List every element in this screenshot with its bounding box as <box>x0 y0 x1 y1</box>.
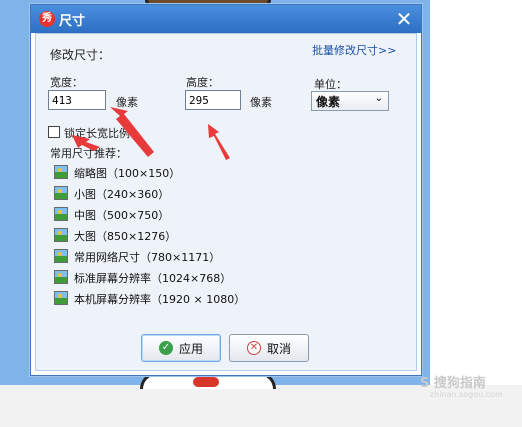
annotation-arrow-left <box>72 107 154 157</box>
background-right-area <box>430 0 522 385</box>
watermark-url: zhinan.sogou.com <box>430 390 503 399</box>
preset-large[interactable]: 大图（850×1276） <box>54 228 176 246</box>
preset-small[interactable]: 小图（240×360） <box>54 186 169 204</box>
preset-label: 标准屏幕分辨率（1024×768） <box>74 272 232 285</box>
preset-label: 大图（850×1276） <box>74 230 177 243</box>
unit-label: 单位： <box>314 78 347 91</box>
apply-button[interactable]: ✓ 应用 <box>141 334 221 362</box>
resize-section-title: 修改尺寸： <box>50 48 111 62</box>
image-icon <box>54 228 68 242</box>
image-icon <box>54 249 68 263</box>
dialog-titlebar[interactable]: 秀 尺寸 ✕ <box>31 5 421 33</box>
height-unit-label: 像素 <box>250 96 272 109</box>
cancel-button-label: 取消 <box>266 341 291 356</box>
app-logo-icon: 秀 <box>39 11 55 27</box>
size-dialog: 秀 尺寸 ✕ 修改尺寸： 批量修改尺寸>> 宽度： 像素 高度： 像素 单位： … <box>30 4 422 376</box>
preset-local-screen[interactable]: 本机屏幕分辨率（1920 × 1080） <box>54 291 245 309</box>
preset-standard-screen[interactable]: 标准屏幕分辨率（1024×768） <box>54 270 231 288</box>
unit-select[interactable]: 像素 ⌄ <box>311 91 389 111</box>
width-label: 宽度： <box>50 76 83 89</box>
lock-ratio-checkbox[interactable] <box>48 126 60 138</box>
annotation-arrow-right <box>208 124 230 160</box>
image-icon <box>54 270 68 284</box>
unit-select-value: 像素 <box>316 95 341 109</box>
cancel-circle-icon: ✕ <box>246 341 261 355</box>
preset-label: 中图（500×750） <box>74 209 170 222</box>
preset-web[interactable]: 常用网络尺寸（780×1171） <box>54 249 220 267</box>
preset-label: 本机屏幕分辨率（1920 × 1080） <box>74 293 246 306</box>
preset-label: 小图（240×360） <box>74 188 170 201</box>
preset-medium[interactable]: 中图（500×750） <box>54 207 169 225</box>
dialog-title: 尺寸 <box>59 14 86 29</box>
check-circle-icon: ✓ <box>158 341 173 355</box>
dialog-body: 修改尺寸： 批量修改尺寸>> 宽度： 像素 高度： 像素 单位： 像素 ⌄ 锁定… <box>35 33 417 371</box>
close-icon[interactable]: ✕ <box>393 8 415 30</box>
image-icon <box>54 207 68 221</box>
image-icon <box>54 186 68 200</box>
height-input[interactable] <box>185 90 241 110</box>
height-label: 高度： <box>186 76 219 89</box>
image-icon <box>54 291 68 305</box>
chevron-down-icon: ⌄ <box>374 93 383 104</box>
apply-button-label: 应用 <box>178 341 203 356</box>
preset-label: 常用网络尺寸（780×1171） <box>74 251 221 264</box>
batch-resize-link[interactable]: 批量修改尺寸>> <box>312 42 396 58</box>
cancel-button[interactable]: ✕ 取消 <box>229 334 309 362</box>
watermark: S 搜狗指南 <box>420 376 486 391</box>
